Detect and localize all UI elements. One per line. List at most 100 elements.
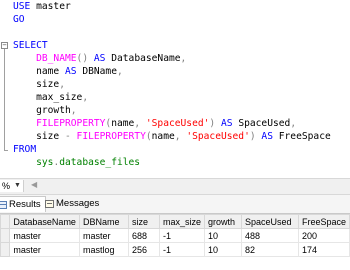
column-header[interactable]: growth xyxy=(203,214,242,229)
table-cell[interactable]: 82 xyxy=(240,242,299,257)
code-token: () xyxy=(76,53,94,64)
scroll-left-icon[interactable]: ◀ xyxy=(31,180,37,189)
column-header[interactable]: size xyxy=(127,214,160,229)
code-token: GO xyxy=(13,14,25,25)
table-row[interactable]: master mastlog 256 -1 10 82 174 xyxy=(0,242,350,257)
table-cell[interactable]: mastlog xyxy=(78,242,129,257)
code-token: AS xyxy=(93,53,106,64)
table-cell[interactable]: 256 xyxy=(127,242,160,257)
code-token: , xyxy=(290,118,297,129)
code-token: size xyxy=(13,131,65,142)
code-line[interactable]: size, xyxy=(13,78,331,91)
column-header[interactable]: DatabaseName xyxy=(9,214,80,229)
code-token: 'SpaceUsed' xyxy=(186,131,250,142)
code-token: - xyxy=(64,131,77,142)
code-token: size xyxy=(13,79,60,90)
table-cell[interactable]: 488 xyxy=(240,228,299,243)
code-token: , xyxy=(174,131,187,142)
outline-end xyxy=(4,150,8,151)
column-header[interactable]: FreeSpace xyxy=(297,214,350,229)
code-token: AS xyxy=(64,66,77,77)
column-header[interactable]: max_size xyxy=(158,214,205,229)
table-cell[interactable]: 174 xyxy=(297,242,350,257)
code-line[interactable]: GO xyxy=(13,13,331,26)
collapse-icon[interactable]: − xyxy=(1,42,8,49)
code-token: SpaceUsed xyxy=(232,118,291,129)
tab-results[interactable]: Results xyxy=(0,196,46,212)
sql-code[interactable]: USE master GO SELECT DB_NAME() AS Databas… xyxy=(13,0,331,169)
row-selector[interactable] xyxy=(0,242,11,257)
results-table: DatabaseName DBName size max_size growth Spac… xyxy=(0,214,350,257)
code-line[interactable]: growth, xyxy=(13,104,331,117)
table-cell[interactable]: -1 xyxy=(158,228,205,243)
code-token: max_size xyxy=(13,92,83,103)
header-row: DatabaseName DBName size max_size growth Spac… xyxy=(0,214,350,229)
code-token: DBName xyxy=(76,66,117,77)
code-token: 'SpaceUsed' xyxy=(145,118,210,129)
code-token: DatabaseName xyxy=(105,53,181,64)
table-cell[interactable]: master xyxy=(9,242,80,257)
code-line[interactable]: FROM xyxy=(13,143,331,156)
outline-line xyxy=(4,49,5,150)
code-line[interactable]: sys.database_files xyxy=(13,156,331,169)
code-token: , xyxy=(70,105,77,116)
table-cell[interactable]: 10 xyxy=(203,242,242,257)
code-token: ) xyxy=(209,118,221,129)
query-editor[interactable]: − USE master GO SELECT DB_NAME() AS Datab… xyxy=(0,0,350,175)
tab-messages-label: Messages xyxy=(56,198,100,209)
code-token: ) xyxy=(249,131,262,142)
table-cell[interactable]: 200 xyxy=(297,228,350,243)
zoom-value: % xyxy=(2,181,11,191)
code-token: master xyxy=(36,1,71,12)
table-row[interactable]: master master 688 -1 10 488 200 xyxy=(0,228,350,243)
tab-results-label: Results xyxy=(9,199,41,210)
chevron-down-icon: ▼ xyxy=(14,182,21,189)
table-cell[interactable]: 10 xyxy=(203,228,242,243)
code-token: database_files xyxy=(59,157,141,168)
code-token: FROM xyxy=(13,144,37,155)
grid-corner[interactable] xyxy=(0,214,11,229)
code-line[interactable] xyxy=(13,26,331,39)
code-token: , xyxy=(116,66,123,77)
code-token: USE xyxy=(13,1,37,12)
code-line[interactable]: size - FILEPROPERTY(name, 'SpaceUsed') A… xyxy=(13,130,331,143)
code-line[interactable]: FILEPROPERTY(name, 'SpaceUsed') AS Space… xyxy=(13,117,331,130)
code-token: name xyxy=(13,66,65,77)
tab-messages[interactable]: Messages xyxy=(42,196,103,212)
table-cell[interactable]: master xyxy=(9,228,80,243)
outline-margin: − xyxy=(0,0,9,175)
code-line[interactable]: max_size, xyxy=(13,91,331,104)
code-token: , xyxy=(180,53,187,64)
code-token: FILEPROPERTY xyxy=(36,118,106,129)
code-line[interactable]: USE master xyxy=(13,0,331,13)
table-cell[interactable]: -1 xyxy=(158,242,205,257)
code-token: AS xyxy=(220,118,233,129)
zoom-dropdown[interactable]: % ▼ xyxy=(0,180,24,192)
results-tab-bar: Results Messages xyxy=(0,195,350,214)
column-header[interactable]: SpaceUsed xyxy=(240,214,299,229)
code-token: sys xyxy=(36,157,54,168)
table-cell[interactable]: master xyxy=(78,228,129,243)
editor-status-bar: % ▼ ◀ xyxy=(0,178,350,195)
code-token: name xyxy=(151,131,175,142)
code-token: growth xyxy=(13,105,71,116)
code-token: , xyxy=(82,92,89,103)
code-token: FILEPROPERTY xyxy=(76,131,146,142)
code-token: AS xyxy=(261,131,273,142)
messages-icon xyxy=(45,200,54,208)
code-token: DB_NAME xyxy=(36,53,77,64)
code-token: , xyxy=(134,118,146,129)
code-line[interactable]: DB_NAME() AS DatabaseName, xyxy=(13,52,331,65)
column-header[interactable]: DBName xyxy=(78,214,129,229)
code-token: name xyxy=(111,118,135,129)
row-selector[interactable] xyxy=(0,228,11,243)
code-line[interactable]: name AS DBName, xyxy=(13,65,331,78)
table-cell[interactable]: 688 xyxy=(127,228,160,243)
grid-icon xyxy=(0,201,7,209)
results-grid[interactable]: DatabaseName DBName size max_size growth Spac… xyxy=(0,214,350,270)
code-line[interactable]: SELECT xyxy=(13,39,331,52)
code-token: SELECT xyxy=(13,40,48,51)
